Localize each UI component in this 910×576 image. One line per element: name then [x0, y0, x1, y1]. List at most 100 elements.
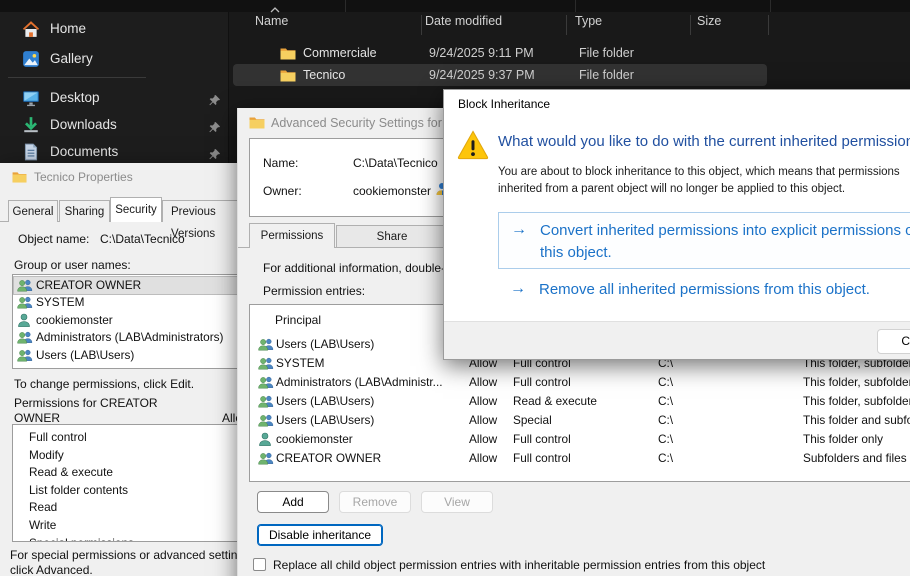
permission-name: Modify	[29, 447, 64, 465]
object-name-value: C:\Data\Tecnico	[100, 232, 185, 246]
remove-option-line1: Remove all inherited permissions from th…	[539, 281, 870, 298]
group-icon	[17, 278, 33, 292]
remove-button[interactable]: Remove	[339, 491, 411, 513]
user-icon	[258, 432, 272, 446]
permission-entry-row[interactable]: Users (LAB\Users)AllowSpecialC:\This fol…	[251, 411, 910, 430]
sidebar-item-label: Desktop	[50, 86, 100, 110]
view-button[interactable]: View	[421, 491, 493, 513]
group-list-item[interactable]: CREATOR OWNER	[14, 277, 238, 294]
sidebar-item-documents[interactable]: Documents	[6, 140, 222, 164]
warning-icon	[456, 128, 490, 167]
permission-entry-row[interactable]: Users (LAB\Users)AllowRead & executeC:\T…	[251, 392, 910, 411]
column-divider[interactable]	[690, 15, 691, 35]
group-icon	[258, 356, 274, 370]
owner-label: Owner:	[263, 184, 302, 198]
entry-principal: CREATOR OWNER	[276, 449, 381, 468]
top-strip-divider	[575, 0, 576, 12]
folder-icon	[249, 116, 265, 129]
group-icon	[258, 413, 274, 427]
entry-applies-to: This folder and subfolders	[803, 411, 910, 430]
folder-icon	[280, 47, 296, 60]
tab-permissions[interactable]: Permissions	[249, 223, 335, 248]
add-button[interactable]: Add	[257, 491, 329, 513]
entry-applies-to: This folder, subfolders and files	[803, 373, 910, 392]
group-user-list[interactable]: CREATOR OWNERSYSTEMcookiemonsterAdminist…	[12, 274, 238, 369]
permission-name: Read & execute	[29, 464, 113, 482]
advanced-hint-line1: For special permissions or advanced sett…	[10, 548, 238, 562]
entry-permission: Full control	[513, 449, 571, 468]
permission-list-item[interactable]: Write	[14, 517, 238, 535]
entry-applies-to: Subfolders and files only	[803, 449, 910, 468]
object-name-label: Object name:	[18, 232, 89, 246]
file-date-modified: 9/24/2025 9:37 PM	[429, 64, 535, 86]
sort-ascending-icon	[270, 6, 280, 14]
replace-permissions-checkbox-label[interactable]: Replace all child object permission entr…	[273, 558, 765, 572]
tab-share[interactable]: Share	[336, 225, 448, 247]
column-divider[interactable]	[421, 15, 422, 35]
file-row-commerciale[interactable]: Commerciale9/24/2025 9:11 PMFile folder	[233, 42, 767, 64]
permission-entry-row[interactable]: CREATOR OWNERAllowFull controlC:\Subfold…	[251, 449, 910, 468]
tab-general[interactable]: General	[8, 200, 58, 222]
remove-permissions-option[interactable]: → Remove all inherited permissions from …	[498, 280, 910, 306]
pin-icon	[208, 118, 221, 131]
tab-sharing[interactable]: Sharing	[59, 200, 110, 222]
column-divider[interactable]	[566, 15, 567, 35]
cancel-button[interactable]: Cancel	[877, 329, 910, 354]
permission-list-item[interactable]: Special permissions	[14, 535, 238, 542]
entry-applies-to: This folder, subfolders and files	[803, 392, 910, 411]
sidebar-item-gallery[interactable]: Gallery	[6, 47, 222, 71]
sidebar-item-desktop[interactable]: Desktop	[6, 86, 222, 110]
sidebar-item-home[interactable]: Home	[6, 17, 222, 41]
file-row-tecnico[interactable]: Tecnico9/24/2025 9:37 PMFile folder	[233, 64, 767, 86]
permission-entry-row[interactable]: Administrators (LAB\Administr...AllowFul…	[251, 373, 910, 392]
pin-icon	[208, 94, 221, 107]
principal-name: Administrators (LAB\Administrators)	[36, 329, 224, 346]
tab-security[interactable]: Security	[110, 197, 162, 222]
principal-name: CREATOR OWNER	[36, 277, 141, 294]
permission-list-item[interactable]: Full control	[14, 429, 238, 447]
group-list-item[interactable]: cookiemonster	[14, 312, 238, 329]
disable-inheritance-button[interactable]: Disable inheritance	[257, 524, 383, 546]
permission-list-item[interactable]: Read & execute	[14, 464, 238, 482]
column-divider[interactable]	[768, 15, 769, 35]
column-header-date-modified[interactable]: Date modified	[425, 14, 502, 28]
sidebar-item-downloads[interactable]: Downloads	[6, 113, 222, 137]
block-dialog-heading: What would you like to do with the curre…	[498, 133, 910, 150]
permission-entry-row[interactable]: cookiemonsterAllowFull controlC:\This fo…	[251, 430, 910, 449]
group-icon	[258, 394, 274, 408]
entry-permission: Special	[513, 411, 552, 430]
convert-option-line2: this object.	[540, 244, 612, 261]
advanced-hint-line2: click Advanced.	[10, 563, 93, 576]
gallery-icon	[22, 50, 40, 68]
entry-applies-to: This folder only	[803, 430, 883, 449]
sidebar-item-label: Downloads	[50, 113, 117, 137]
permission-list-item[interactable]: Modify	[14, 447, 238, 465]
entry-inherited-from: C:\	[658, 373, 673, 392]
group-icon	[258, 375, 274, 389]
group-list-item[interactable]: SYSTEM	[14, 294, 238, 311]
block-dialog-body-line2: inherited from a parent object will no l…	[498, 183, 845, 195]
entries-label: Permission entries:	[263, 284, 365, 298]
name-value: C:\Data\Tecnico	[353, 156, 438, 170]
folder-icon	[280, 69, 296, 82]
group-list-item[interactable]: Users (LAB\Users)	[14, 347, 238, 364]
entry-principal: SYSTEM	[276, 354, 325, 373]
replace-permissions-checkbox[interactable]	[253, 558, 266, 571]
column-header-name[interactable]: Name	[255, 14, 288, 28]
tab-previous-versions[interactable]: Previous Versions	[162, 200, 238, 222]
pin-icon	[208, 121, 221, 134]
permission-list-item[interactable]: List folder contents	[14, 482, 238, 500]
principal-column-header[interactable]: Principal	[275, 313, 321, 327]
entry-permission: Read & execute	[513, 392, 597, 411]
permission-list-item[interactable]: Read	[14, 499, 238, 517]
entry-principal: Users (LAB\Users)	[276, 411, 374, 430]
group-icon	[258, 337, 274, 351]
group-icon	[17, 295, 33, 309]
convert-permissions-option[interactable]: → Convert inherited permissions into exp…	[498, 212, 910, 269]
file-date-modified: 9/24/2025 9:11 PM	[429, 42, 534, 64]
entry-principal: Administrators (LAB\Administr...	[276, 373, 443, 392]
group-list-item[interactable]: Administrators (LAB\Administrators)	[14, 329, 238, 346]
column-header-type[interactable]: Type	[575, 14, 602, 28]
permissions-list[interactable]: Full controlModifyRead & executeList fol…	[12, 424, 238, 542]
column-header-size[interactable]: Size	[697, 14, 721, 28]
